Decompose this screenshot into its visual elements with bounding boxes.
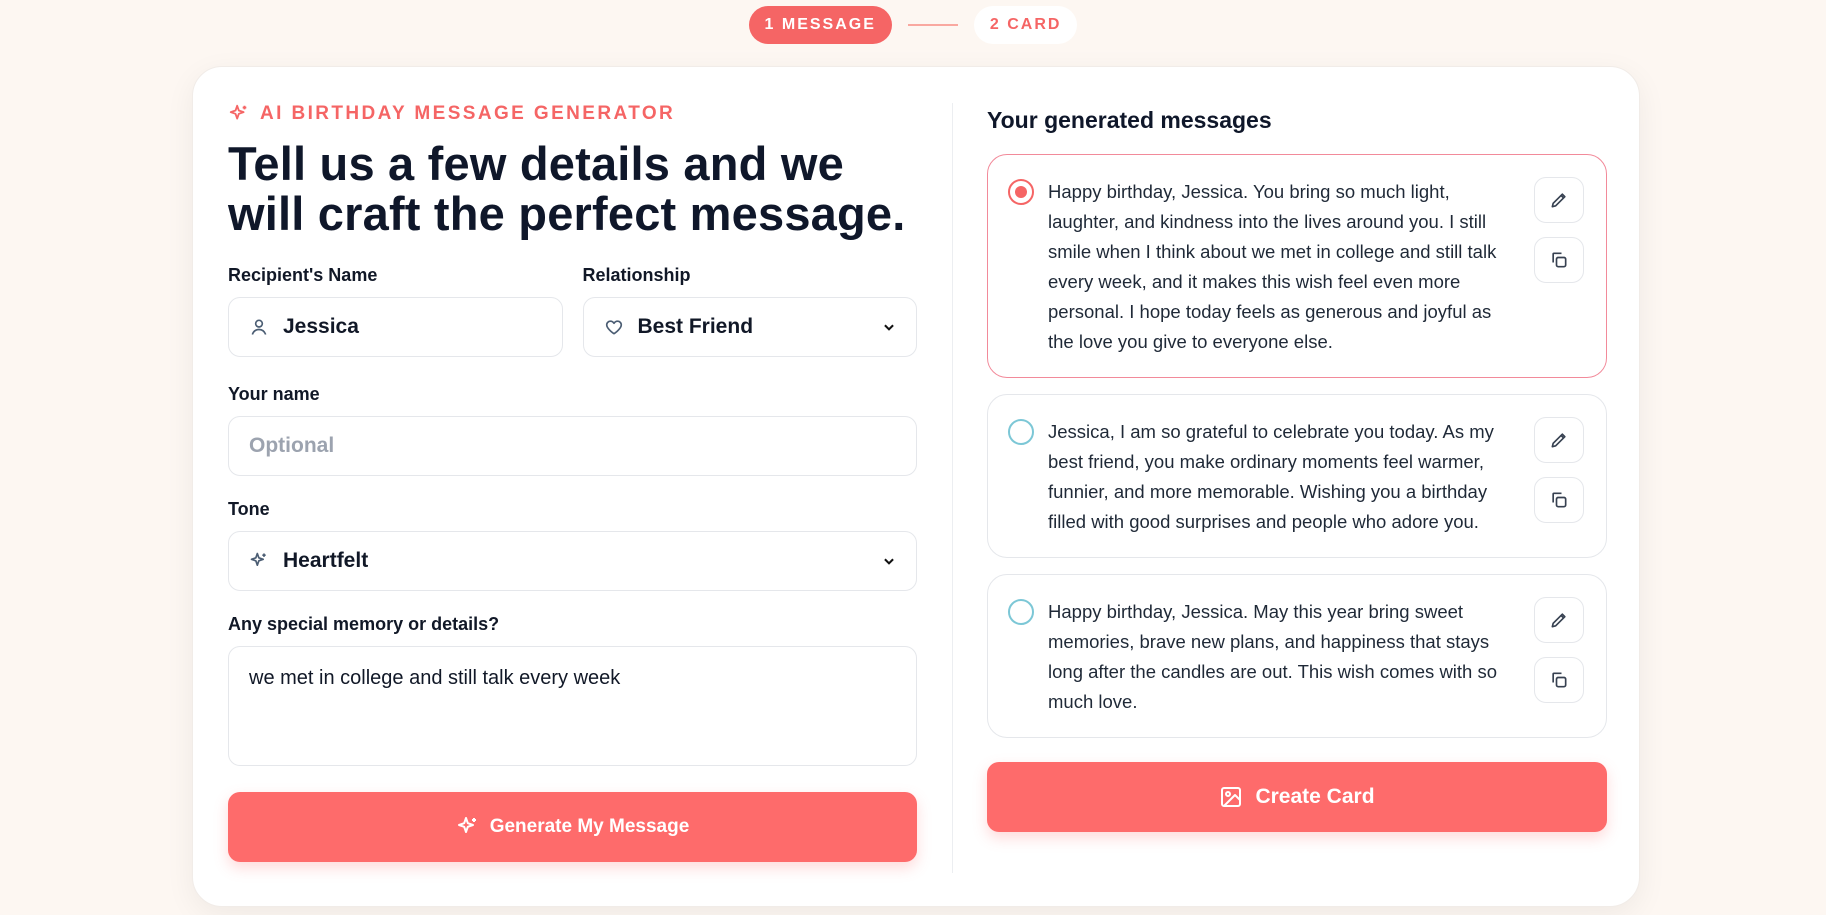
sparkle-icon — [250, 552, 266, 566]
pencil-icon — [1551, 613, 1566, 628]
your-name-label: Your name — [228, 384, 320, 404]
recipient-input[interactable]: Jessica — [228, 297, 563, 357]
stepper: 1 MESSAGE 2 CARD — [0, 6, 1826, 44]
step-card[interactable]: 2 CARD — [973, 6, 1078, 44]
page-title: Tell us a few details and we will craft … — [228, 137, 906, 240]
step-connector — [907, 24, 958, 26]
tone-select[interactable]: Heartfelt — [228, 531, 917, 591]
user-icon — [251, 319, 267, 335]
copy-icon — [1552, 252, 1567, 268]
edit-button[interactable] — [1534, 417, 1584, 463]
relationship-label: Relationship — [582, 265, 691, 285]
message-option[interactable]: Happy birthday, Jessica. May this year b… — [987, 574, 1607, 738]
edit-button[interactable] — [1534, 597, 1584, 643]
recipient-label: Recipient's Name — [228, 265, 378, 285]
copy-button[interactable] — [1534, 237, 1584, 283]
your-name-placeholder: Optional — [249, 434, 335, 457]
message-radio[interactable] — [1008, 419, 1034, 445]
generate-button-label: Generate My Message — [489, 816, 690, 837]
message-radio[interactable] — [1008, 599, 1034, 625]
message-option[interactable]: Jessica, I am so grateful to celebrate y… — [987, 394, 1607, 558]
form-eyebrow: AI BIRTHDAY MESSAGE GENERATOR — [228, 103, 917, 125]
eyebrow-text: AI BIRTHDAY MESSAGE GENERATOR — [260, 103, 676, 124]
generate-button[interactable]: Generate My Message — [228, 792, 917, 862]
recipient-value: Jessica — [283, 315, 359, 338]
main-card: AI BIRTHDAY MESSAGE GENERATOR Tell us a … — [192, 66, 1640, 907]
message-text: Happy birthday, Jessica. May this year b… — [1048, 601, 1498, 712]
edit-button[interactable] — [1534, 177, 1584, 223]
relationship-value: Best Friend — [637, 315, 754, 338]
message-form: AI BIRTHDAY MESSAGE GENERATOR Tell us a … — [228, 67, 917, 862]
copy-button[interactable] — [1534, 657, 1584, 703]
relationship-select[interactable]: Best Friend — [582, 297, 917, 357]
memory-label: Any special memory or details? — [228, 614, 500, 634]
image-icon — [1221, 787, 1242, 807]
heart-icon — [605, 320, 622, 335]
message-text: Happy birthday, Jessica. You bring so mu… — [1048, 181, 1497, 352]
results-panel: Your generated messages Happy birthday, … — [987, 67, 1607, 832]
copy-button[interactable] — [1534, 477, 1584, 523]
memory-textarea[interactable]: we met in college and still talk every w… — [228, 646, 917, 766]
create-card-button[interactable]: Create Card — [987, 762, 1607, 832]
copy-icon — [1552, 492, 1567, 508]
tone-value: Heartfelt — [283, 549, 369, 572]
step-message[interactable]: 1 MESSAGE — [748, 6, 892, 44]
your-name-input[interactable]: Optional — [228, 416, 917, 476]
create-card-label: Create Card — [1255, 785, 1375, 808]
pencil-icon — [1551, 433, 1566, 448]
message-radio[interactable] — [1008, 179, 1034, 205]
tone-label: Tone — [228, 499, 270, 519]
results-title: Your generated messages — [987, 107, 1272, 133]
copy-icon — [1552, 672, 1567, 688]
sparkle-icon — [229, 104, 247, 120]
chevron-down-icon — [884, 558, 894, 565]
column-divider — [952, 103, 953, 873]
chevron-down-icon — [884, 324, 894, 331]
message-option[interactable]: Happy birthday, Jessica. You bring so mu… — [987, 154, 1607, 378]
pencil-icon — [1551, 193, 1566, 208]
message-text: Jessica, I am so grateful to celebrate y… — [1048, 421, 1494, 532]
sparkle-icon — [457, 817, 476, 833]
